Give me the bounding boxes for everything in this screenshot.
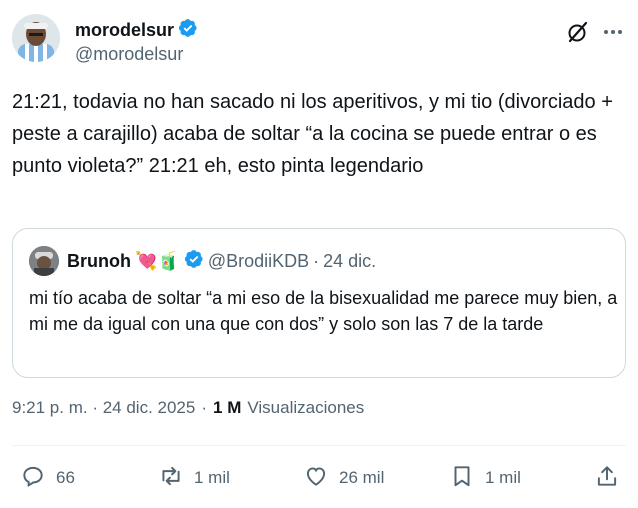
divider	[12, 445, 626, 446]
tweet-timestamp[interactable]: 9:21 p. m. · 24 dic. 2025	[12, 398, 195, 418]
share-button[interactable]	[594, 461, 620, 495]
quoted-date[interactable]: 24 dic.	[323, 251, 376, 272]
tweet-meta: 9:21 p. m. · 24 dic. 2025 · 1 M Visualiz…	[12, 398, 364, 418]
more-options-icon[interactable]	[600, 20, 626, 44]
meta-separator: ·	[201, 398, 208, 417]
quoted-author-avatar[interactable]	[29, 246, 59, 276]
quoted-tweet[interactable]: Brunoh 💘🧃 @BrodiiKDB · 24 dic. mi tío ac…	[12, 228, 626, 378]
repost-icon	[158, 463, 184, 494]
views-count: 1 M	[213, 398, 242, 417]
author-handle[interactable]: @morodelsur	[75, 44, 183, 65]
like-count: 26 mil	[339, 468, 385, 487]
views-label: Visualizaciones	[247, 398, 365, 417]
tweet-text: 21:21, todavia no han sacado ni los aper…	[12, 91, 619, 177]
quoted-header: Brunoh 💘🧃 @BrodiiKDB · 24 dic.	[67, 249, 376, 274]
verified-badge-icon	[178, 18, 198, 43]
author-name-row[interactable]: morodelsur	[75, 18, 198, 43]
reply-icon	[20, 463, 46, 494]
quoted-display-name[interactable]: Brunoh	[67, 251, 131, 272]
quoted-text: mi tío acaba de soltar “a mi eso de la b…	[29, 288, 618, 334]
quoted-separator: ·	[313, 251, 320, 271]
bookmark-count: 1 mil	[485, 468, 521, 487]
share-icon	[594, 463, 620, 494]
quoted-verified-badge-icon	[184, 249, 204, 274]
repost-count: 1 mil	[194, 468, 230, 487]
reply-button[interactable]: 66	[20, 461, 75, 495]
bookmark-button[interactable]: 1 mil	[449, 461, 521, 495]
grok-icon[interactable]	[566, 20, 590, 44]
quoted-name-emojis: 💘🧃	[134, 251, 180, 271]
bookmark-icon	[449, 463, 475, 494]
tweet-header: morodelsur @morodelsur	[12, 12, 626, 70]
tweet-actions: 66 1 mil 26 mil 1 mil	[12, 461, 626, 495]
like-button[interactable]: 26 mil	[303, 461, 384, 495]
author-avatar[interactable]	[12, 14, 60, 62]
quoted-handle[interactable]: @BrodiiKDB	[208, 251, 309, 272]
repost-button[interactable]: 1 mil	[158, 461, 230, 495]
heart-icon	[303, 463, 329, 494]
author-display-name[interactable]: morodelsur	[75, 20, 174, 41]
reply-count: 66	[56, 468, 75, 487]
